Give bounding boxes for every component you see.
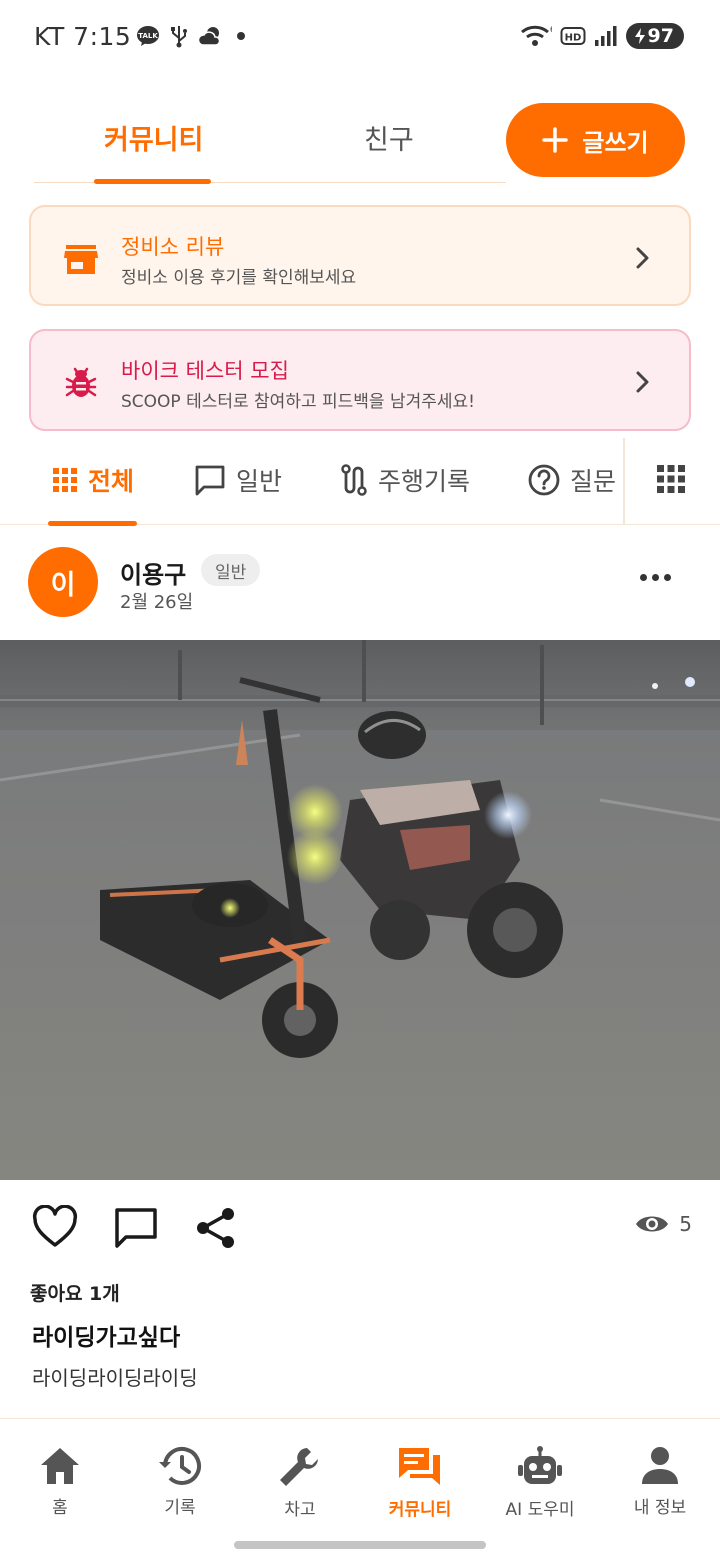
hd-icon: HD <box>560 27 586 45</box>
nav-label: 기록 <box>164 1498 196 1518</box>
chevron-right-icon <box>636 371 649 393</box>
share-icon[interactable] <box>195 1206 237 1250</box>
category-badge: 일반 <box>201 554 261 586</box>
question-icon <box>528 464 560 496</box>
tab-friends[interactable]: 친구 <box>364 118 414 157</box>
usb-icon <box>171 26 187 48</box>
all-categories-icon[interactable] <box>656 464 686 494</box>
banner-subtitle: 정비소 이용 후기를 확인해보세요 <box>121 268 357 288</box>
banner-title: 바이크 테스터 모집 <box>121 359 289 383</box>
svg-text:6: 6 <box>550 25 552 34</box>
chat-icon <box>195 465 225 496</box>
post-title[interactable]: 라이딩가고싶다 <box>32 1318 180 1352</box>
store-icon <box>64 245 98 274</box>
category-tab-all[interactable]: 전체 <box>52 462 134 498</box>
like-count[interactable]: 좋아요 1개 <box>30 1279 120 1306</box>
post-photo[interactable] <box>0 640 720 1180</box>
post-date: 2월 26일 <box>120 592 194 613</box>
category-tab-ride-log[interactable]: 주행기록 <box>340 462 470 498</box>
weather-icon <box>198 27 221 46</box>
view-count: 5 <box>635 1212 692 1236</box>
category-tab-label: 일반 <box>236 467 283 496</box>
banner-bike-tester[interactable]: 바이크 테스터 모집 SCOOP 테스터로 참여하고 피드백을 남겨주세요! <box>29 329 691 431</box>
category-tab-question[interactable]: 질문 <box>528 462 616 498</box>
forum-icon <box>399 1448 440 1485</box>
nav-label: 홈 <box>52 1498 68 1518</box>
post-body[interactable]: 라이딩라이딩라이딩 <box>32 1362 198 1391</box>
robot-icon <box>518 1446 562 1484</box>
wifi-icon: 6 <box>520 25 552 46</box>
battery-level: 97 <box>647 25 674 47</box>
category-indicator <box>48 520 137 526</box>
nav-label: 내 정보 <box>633 1498 687 1518</box>
nav-label: 커뮤니티 <box>388 1500 452 1520</box>
person-icon <box>642 1447 678 1484</box>
signal-icon <box>594 26 617 46</box>
write-button-label: 글쓰기 <box>582 128 649 157</box>
nav-home[interactable]: 홈 <box>0 1445 120 1518</box>
heart-icon[interactable] <box>32 1205 78 1249</box>
nav-my-info[interactable]: 내 정보 <box>600 1445 720 1518</box>
banner-subtitle: SCOOP 테스터로 참여하고 피드백을 남겨주세요! <box>121 392 475 412</box>
comment-icon[interactable] <box>114 1207 158 1249</box>
grid-icon <box>53 468 77 492</box>
avatar[interactable]: 이 <box>28 547 98 617</box>
nav-history[interactable]: 기록 <box>120 1445 240 1518</box>
route-icon <box>341 464 367 496</box>
write-button[interactable]: 글쓰기 <box>506 103 685 177</box>
battery-icon: 97 <box>625 23 684 49</box>
bug-icon <box>65 367 97 397</box>
nav-label: 차고 <box>284 1500 316 1520</box>
svg-text:TALK: TALK <box>138 32 158 40</box>
category-tab-label: 질문 <box>570 467 617 496</box>
top-tabs: 커뮤니티 친구 <box>34 96 506 184</box>
category-tabs: 전체 일반 주행기록 질문 <box>0 438 720 526</box>
chevron-right-icon <box>636 247 649 269</box>
category-tab-general[interactable]: 일반 <box>194 462 282 498</box>
divider <box>623 438 625 525</box>
banner-title: 정비소 리뷰 <box>121 235 225 259</box>
nav-community[interactable]: 커뮤니티 <box>360 1445 480 1520</box>
category-tab-label: 전체 <box>88 467 135 496</box>
eye-icon <box>636 1216 669 1232</box>
nav-label: AI 도우미 <box>505 1500 575 1520</box>
status-bar: KT 7:15 TALK 6 HD 97 <box>0 0 720 72</box>
kakaotalk-icon: TALK <box>137 26 159 46</box>
tab-community[interactable]: 커뮤니티 <box>104 118 203 157</box>
tab-indicator <box>94 178 211 184</box>
author-name[interactable]: 이용구 <box>120 555 186 590</box>
wrench-icon <box>280 1448 318 1486</box>
svg-text:HD: HD <box>564 33 581 44</box>
home-indicator[interactable] <box>234 1541 486 1549</box>
dot-icon <box>237 32 245 40</box>
nav-ai-assistant[interactable]: AI 도우미 <box>480 1445 600 1520</box>
home-icon <box>41 1448 79 1484</box>
bottom-nav: 홈 기록 차고 커뮤니티 AI 도우미 내 정보 <box>0 1418 720 1560</box>
history-icon <box>159 1446 201 1485</box>
plus-icon <box>542 127 569 153</box>
banner-shop-review[interactable]: 정비소 리뷰 정비소 이용 후기를 확인해보세요 <box>29 205 691 306</box>
carrier-time: KT 7:15 <box>34 22 132 51</box>
category-tab-label: 주행기록 <box>378 467 471 496</box>
more-options-icon[interactable] <box>640 574 671 581</box>
view-count-value: 5 <box>679 1212 692 1236</box>
nav-garage[interactable]: 차고 <box>240 1445 360 1520</box>
